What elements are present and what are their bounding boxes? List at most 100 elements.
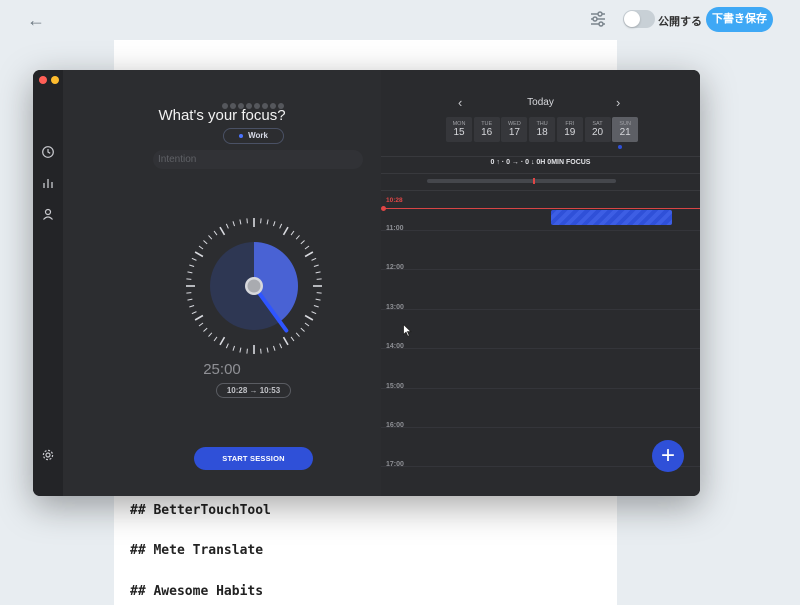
dial-tick (311, 311, 317, 315)
hour-line (381, 387, 700, 389)
hour-label: 13:00 (386, 303, 404, 311)
day-number: 21 (619, 127, 631, 138)
stats-icon[interactable] (41, 176, 55, 190)
dial-tick (219, 226, 226, 236)
dial-tick (279, 343, 283, 349)
category-selector[interactable]: Work (223, 128, 284, 144)
dial-tick (186, 278, 192, 280)
dial-tick (187, 298, 193, 301)
dial-tick (239, 347, 242, 353)
hour-line (381, 348, 700, 350)
dial-tick (208, 235, 213, 240)
dial-tick (266, 347, 269, 353)
hour-line (381, 427, 700, 428)
back-arrow-icon[interactable]: ← (26, 10, 46, 30)
summary-divider (381, 173, 700, 174)
hour-label: 12:00 (386, 264, 404, 272)
dial-tick (186, 292, 192, 294)
dial-tick (313, 304, 319, 308)
focus-question: What's your focus? (158, 107, 286, 124)
day-tue[interactable]: TUE 16 (473, 117, 500, 142)
dial-tick (194, 251, 204, 258)
dial-tick (219, 336, 226, 346)
current-time-line (383, 208, 700, 209)
day-number: 16 (481, 127, 493, 138)
clock-icon[interactable] (41, 145, 55, 159)
intention-input[interactable] (153, 150, 363, 169)
hour-label: 15:00 (386, 382, 404, 390)
dial-tick (290, 230, 295, 236)
day-number: 19 (564, 127, 576, 138)
close-window-button[interactable] (39, 76, 47, 84)
focus-pane: What's your focus? Work 25:00 10:28 → 10… (63, 70, 381, 496)
dial-tick (187, 271, 193, 274)
day-fri[interactable]: FRI 19 (556, 117, 583, 142)
day-mon[interactable]: MON 15 (446, 117, 472, 142)
hour-label: 16:00 (386, 422, 404, 429)
user-icon[interactable] (41, 207, 55, 221)
timer-dial[interactable] (183, 215, 325, 357)
hour-label: 17:00 (386, 461, 404, 469)
dial-tick (246, 348, 248, 354)
timer-value: 25:00 (203, 361, 241, 378)
dial-tick (316, 278, 322, 280)
planned-session-block[interactable] (551, 210, 672, 225)
category-label: Work (248, 131, 268, 140)
publish-label: 公開する (658, 16, 702, 28)
dial-tick (232, 345, 236, 351)
day-number: 17 (508, 127, 520, 138)
current-time-label: 10:28 (386, 197, 403, 204)
minimize-window-button[interactable] (51, 76, 59, 84)
sliders-icon[interactable] (588, 9, 608, 29)
dial-tick (203, 327, 208, 332)
dial-tick (304, 251, 314, 258)
heading-awesome-habits: ## Awesome Habits (130, 584, 264, 599)
dial-tick (225, 223, 229, 229)
dial-tick (225, 343, 229, 349)
current-time-dot (381, 206, 386, 211)
day-sun[interactable]: SUN 21 (612, 117, 639, 142)
dial-tick (260, 348, 262, 354)
dial-tick (191, 311, 197, 315)
focus-app-window: What's your focus? Work 25:00 10:28 → 10… (33, 70, 700, 496)
day-timeline-track[interactable] (427, 179, 616, 183)
dial-tick (272, 221, 276, 227)
dial-tick (194, 314, 204, 321)
dial-tick (304, 245, 310, 250)
selected-day-indicator (618, 145, 622, 149)
add-session-button[interactable]: + (652, 440, 684, 472)
dial-tick (203, 240, 208, 245)
timeline-now-marker (533, 178, 535, 184)
start-session-button[interactable]: START SESSION (194, 447, 313, 470)
dial-tick (198, 245, 204, 250)
dial-tick (290, 336, 295, 342)
timeline-divider (381, 190, 700, 191)
publish-toggle[interactable] (623, 10, 655, 28)
save-draft-button[interactable]: 下書き保存 (706, 7, 773, 32)
calendar-title: Today (527, 97, 554, 108)
dial-tick (213, 230, 218, 236)
dial-knob-center (247, 279, 261, 293)
day-thu[interactable]: THU 18 (529, 117, 556, 142)
next-day-chevron-icon[interactable]: › (616, 95, 620, 110)
dial-tick (282, 226, 289, 236)
day-wed[interactable]: WED 17 (501, 117, 528, 142)
day-sat[interactable]: SAT 20 (584, 117, 611, 142)
dial-tick (191, 257, 197, 261)
dial-tick (279, 223, 283, 229)
hour-label: 11:00 (386, 225, 404, 232)
calendar-divider (381, 156, 700, 157)
calendar-pane: ‹ Today › MON 15 TUE 16 WED 17 THU 18 FRI 19 SAT 20… (381, 70, 700, 496)
dial-tick (266, 219, 269, 225)
day-number: 20 (591, 127, 604, 138)
hour-line (381, 466, 700, 468)
dial-tick (198, 322, 204, 327)
gear-icon[interactable] (41, 448, 55, 462)
dial-tick (311, 257, 317, 261)
focus-summary: 0 ↑ · 0 → · 0 ↓ 0H 0MIN FOCUS (490, 159, 591, 166)
session-progress-dots (222, 96, 286, 109)
dial-tick (246, 218, 248, 224)
hour-line (381, 230, 700, 231)
dial-tick (232, 221, 236, 227)
dial-tick (300, 327, 305, 332)
